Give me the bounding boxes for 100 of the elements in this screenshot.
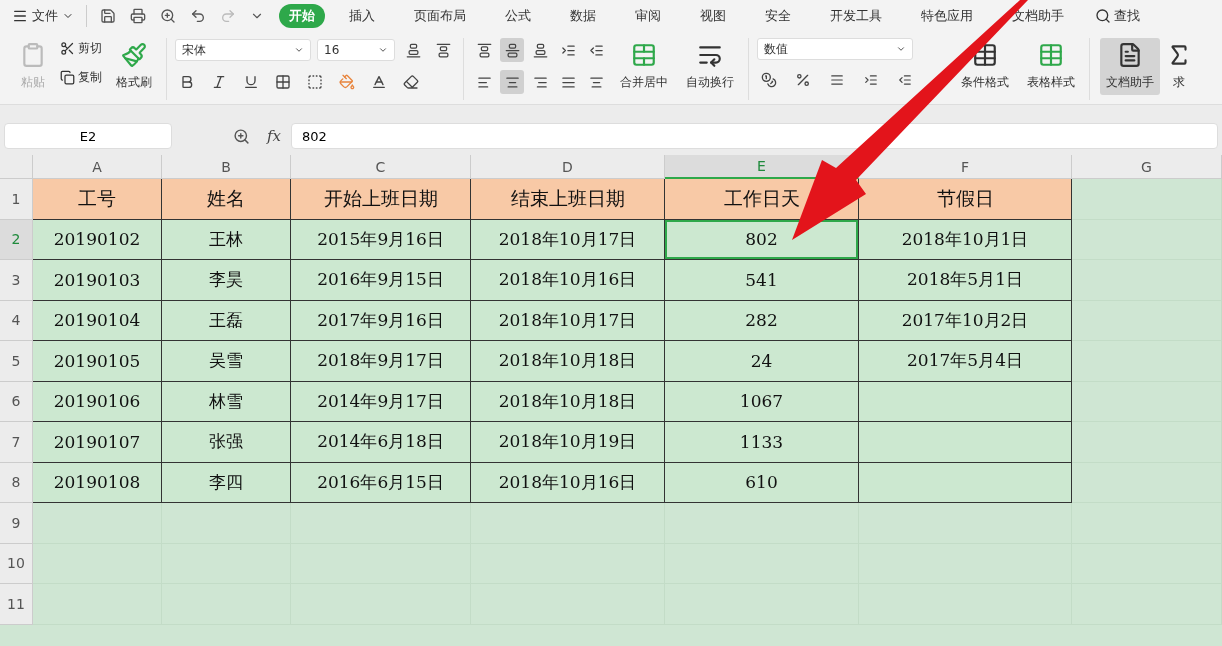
align-icon[interactable] <box>500 70 524 94</box>
undo-icon[interactable] <box>190 8 206 24</box>
header-cell: 结束上班日期 <box>471 179 665 220</box>
printer-icon[interactable] <box>130 8 146 24</box>
format-painter-button[interactable]: 格式刷 <box>110 38 158 95</box>
zoom-icon[interactable] <box>233 127 250 145</box>
caret-icon <box>896 44 906 54</box>
table-cell: 2017年10月2日 <box>859 300 1072 341</box>
table-cell: 2015年9月16日 <box>291 219 471 260</box>
preview-icon[interactable] <box>160 8 176 24</box>
table-cell: 2014年6月18日 <box>291 422 471 463</box>
font-size-field[interactable]: 16 <box>317 39 395 61</box>
doc-helper-button[interactable]: 文档助手 <box>1100 38 1160 95</box>
row-header[interactable]: 10 <box>0 543 33 584</box>
table-cell: 张强 <box>162 422 291 463</box>
row-header[interactable]: 6 <box>0 381 33 422</box>
ribbon-tab[interactable]: 特色应用 <box>911 4 983 28</box>
table-cell: 2014年9月17日 <box>291 381 471 422</box>
search-icon <box>1095 8 1111 24</box>
name-box[interactable]: E2 <box>4 123 172 149</box>
cut-button[interactable]: 剪切 <box>58 38 104 59</box>
document-icon <box>1117 42 1143 68</box>
table-icon <box>972 42 998 68</box>
table-style-button[interactable]: 表格样式 <box>1021 38 1081 95</box>
menu-icon <box>12 8 28 24</box>
table-cell: 20190102 <box>33 219 162 260</box>
ribbon-tab[interactable]: 安全 <box>755 4 801 28</box>
table-cell: 2018年10月16日 <box>471 462 665 503</box>
font-field[interactable]: 宋体 <box>175 39 311 61</box>
row-header[interactable]: 8 <box>0 462 33 503</box>
wrap-text-button[interactable]: 自动换行 <box>680 38 740 95</box>
table-cell: 2018年10月19日 <box>471 422 665 463</box>
caret-icon <box>378 45 388 55</box>
table-cell: 2018年9月17日 <box>291 341 471 382</box>
table-cell: 20190104 <box>33 300 162 341</box>
table-icon <box>1038 42 1064 68</box>
column-header[interactable]: B <box>162 155 291 179</box>
row-header[interactable]: 4 <box>0 300 33 341</box>
table-cell: 20190107 <box>33 422 162 463</box>
formula-field[interactable]: 802 <box>291 123 1218 149</box>
table-cell: 2018年10月17日 <box>471 300 665 341</box>
table-cell: 2017年9月16日 <box>291 300 471 341</box>
ribbon-tab[interactable]: 审阅 <box>625 4 671 28</box>
column-header[interactable]: D <box>471 155 665 179</box>
table-cell: 20190106 <box>33 381 162 422</box>
column-header[interactable]: C <box>291 155 471 179</box>
sum-button[interactable]: 求 <box>1160 38 1198 95</box>
table-cell: 24 <box>665 341 859 382</box>
header-cell: 姓名 <box>162 179 291 220</box>
table-cell: 2017年5月4日 <box>859 341 1072 382</box>
table-cell: 2018年10月16日 <box>471 260 665 301</box>
save-icon[interactable] <box>100 8 116 24</box>
caret-icon <box>294 45 304 55</box>
table-cell: 2018年10月1日 <box>859 219 1072 260</box>
table-cell: 2018年10月18日 <box>471 341 665 382</box>
table-cell: 610 <box>665 462 859 503</box>
header-cell: 工号 <box>33 179 162 220</box>
ribbon-tab[interactable]: 数据 <box>560 4 606 28</box>
column-header[interactable]: F <box>859 155 1072 179</box>
row-header[interactable]: 1 <box>0 179 33 220</box>
column-header[interactable]: G <box>1072 155 1222 179</box>
ribbon-tab[interactable]: 页面布局 <box>404 4 476 28</box>
table-cell: 20190108 <box>33 462 162 503</box>
ribbon-tab[interactable]: 公式 <box>495 4 541 28</box>
row-header[interactable]: 5 <box>0 341 33 382</box>
table-cell: 王磊 <box>162 300 291 341</box>
table-cell: 541 <box>665 260 859 301</box>
scissors-icon <box>60 41 75 56</box>
table-cell: 1067 <box>665 381 859 422</box>
merge-cells-icon <box>631 42 657 68</box>
header-cell: 开始上班日期 <box>291 179 471 220</box>
table-cell: 2018年10月17日 <box>471 219 665 260</box>
row-header[interactable]: 7 <box>0 422 33 463</box>
copy-button[interactable]: 复制 <box>58 67 104 88</box>
ribbon-tab[interactable]: 开发工具 <box>820 4 892 28</box>
align-icon[interactable] <box>500 38 524 62</box>
ribbon-tab[interactable]: 视图 <box>690 4 736 28</box>
file-menu[interactable]: 文件 <box>12 7 80 25</box>
table-cell: 李四 <box>162 462 291 503</box>
row-header[interactable]: 3 <box>0 260 33 301</box>
merge-button[interactable]: 合并居中 <box>614 38 674 95</box>
column-header[interactable]: A <box>33 155 162 179</box>
number-format-field[interactable]: 数值 <box>757 38 913 60</box>
clipboard-icon <box>20 42 46 68</box>
header-cell: 节假日 <box>859 179 1072 220</box>
conditional-format-button[interactable]: 条件格式 <box>955 38 1015 95</box>
table-cell: 吴雪 <box>162 341 291 382</box>
search-button[interactable]: 查找 <box>1093 5 1142 27</box>
row-header[interactable]: 11 <box>0 584 33 625</box>
table-cell: 2016年6月15日 <box>291 462 471 503</box>
function-label: fx <box>267 127 281 145</box>
table-cell: 2018年10月18日 <box>471 381 665 422</box>
table-cell: 20190105 <box>33 341 162 382</box>
table-cell: 282 <box>665 300 859 341</box>
table-cell: 2018年5月1日 <box>859 260 1072 301</box>
table-cell: 王林 <box>162 219 291 260</box>
ribbon-tab[interactable]: 插入 <box>339 4 385 28</box>
row-header[interactable]: 9 <box>0 503 33 544</box>
table-cell: 802 <box>665 219 859 260</box>
table-cell: 1133 <box>665 422 859 463</box>
